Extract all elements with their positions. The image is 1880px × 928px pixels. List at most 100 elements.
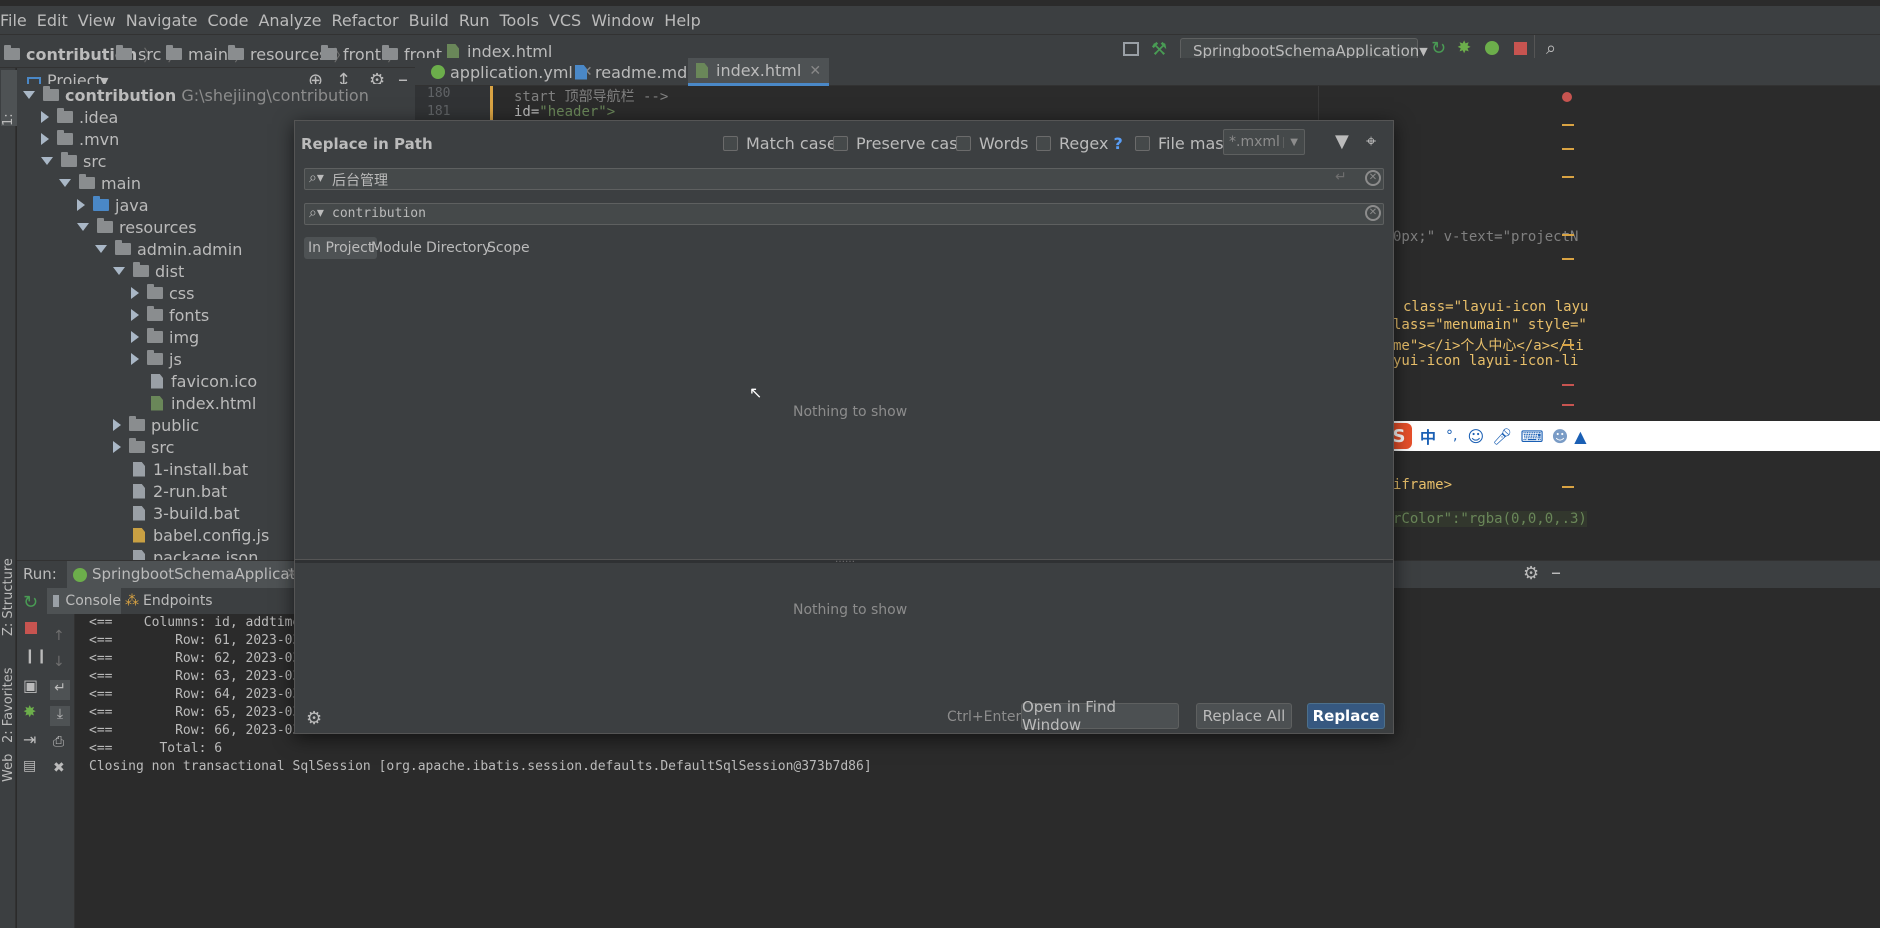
search-everywhere-icon[interactable]: ⌕: [1546, 38, 1556, 59]
clear-icon[interactable]: ✕: [1365, 205, 1381, 221]
tree-item[interactable]: favicon.ico: [151, 370, 257, 392]
tree-item[interactable]: admin.admin: [95, 238, 242, 260]
preserve-case-checkbox[interactable]: Preserve case: [833, 134, 967, 153]
regex-help-link[interactable]: ?: [1113, 134, 1122, 153]
debug-icon[interactable]: ✸: [1457, 38, 1471, 58]
tree-item[interactable]: js: [131, 348, 182, 370]
ime-punctuation-toggle[interactable]: °,: [1446, 428, 1457, 444]
user-icon[interactable]: ☻: [1552, 427, 1569, 446]
scroll-to-end-icon[interactable]: ⤓: [50, 706, 70, 726]
print-icon[interactable]: ⎙: [53, 734, 64, 750]
replace-all-button[interactable]: Replace All: [1196, 703, 1292, 729]
close-icon[interactable]: ✕: [809, 63, 821, 79]
words-checkbox[interactable]: Words: [956, 134, 1028, 153]
menu-analyze[interactable]: Analyze: [258, 11, 321, 30]
menu-refactor[interactable]: Refactor: [332, 11, 399, 30]
trash-icon[interactable]: ✖: [53, 760, 65, 776]
gear-icon[interactable]: ⚙: [306, 708, 322, 729]
search-input[interactable]: ⌕▾ 后台管理 ↵ ✕: [304, 168, 1384, 190]
tree-item[interactable]: main: [59, 172, 141, 194]
structure-tool-tab[interactable]: Z: Structure: [1, 546, 16, 636]
down-arrow-icon[interactable]: ↓: [53, 654, 65, 670]
debug-settings-icon[interactable]: ✸: [23, 702, 36, 721]
microphone-icon[interactable]: 🎤︎: [1492, 427, 1512, 446]
regex-checkbox[interactable]: Regex?: [1036, 134, 1123, 153]
stop-icon[interactable]: [25, 622, 37, 634]
skin-icon[interactable]: ▲: [1574, 427, 1586, 446]
tree-item[interactable]: public: [113, 414, 199, 436]
tab-index-html[interactable]: index.html ✕: [688, 58, 830, 86]
menu-run[interactable]: Run: [459, 11, 490, 30]
gear-icon[interactable]: ⚙: [1523, 563, 1539, 584]
tab-endpoints[interactable]: ⁂ Endpoints: [125, 588, 213, 614]
tree-item[interactable]: resources: [77, 216, 197, 238]
menu-tools[interactable]: Tools: [500, 11, 539, 30]
hide-panel-icon[interactable]: –: [1551, 560, 1561, 584]
endpoints-icon: ⁂: [125, 593, 139, 609]
web-tool-tab[interactable]: Web: [1, 752, 16, 782]
tree-item[interactable]: .idea: [41, 106, 118, 128]
tree-item[interactable]: src: [41, 150, 106, 172]
menu-edit[interactable]: Edit: [37, 11, 68, 30]
rerun-icon[interactable]: ↻: [1431, 38, 1446, 59]
favorites-tool-tab[interactable]: 2: Favorites: [1, 653, 16, 743]
pause-icon[interactable]: ❙❙: [24, 648, 47, 664]
error-stripe[interactable]: [1562, 86, 1576, 560]
tree-item[interactable]: fonts: [131, 304, 209, 326]
keyboard-icon[interactable]: ⌨: [1520, 427, 1543, 446]
tree-item[interactable]: java: [77, 194, 149, 216]
chevron-down-icon[interactable]: ▼: [1283, 136, 1298, 148]
scope-custom[interactable]: Scope: [483, 237, 534, 259]
stop-icon[interactable]: [1514, 42, 1527, 55]
tree-item[interactable]: babel.config.js: [133, 524, 269, 546]
match-case-checkbox[interactable]: Match case: [723, 134, 837, 153]
scope-module[interactable]: Module: [367, 237, 426, 259]
layout-icon[interactable]: ▤: [23, 758, 36, 774]
menu-code[interactable]: Code: [208, 11, 249, 30]
tree-item[interactable]: .mvn: [41, 128, 119, 150]
build-hammer-icon[interactable]: ⚒: [1151, 39, 1167, 60]
filter-icon[interactable]: ▼: [1335, 131, 1349, 152]
open-in-find-window-button[interactable]: Open in Find Window: [1021, 698, 1179, 734]
tree-item[interactable]: package.json: [133, 546, 258, 560]
newline-icon[interactable]: ↵: [1335, 169, 1347, 185]
search-history-icon[interactable]: ⌕▾: [309, 170, 324, 186]
collapsed-arrow-icon: [131, 309, 139, 321]
menu-navigate[interactable]: Navigate: [126, 11, 198, 30]
tree-item[interactable]: css: [131, 282, 194, 304]
tab-console[interactable]: Console: [47, 588, 121, 614]
expanded-arrow-icon: [95, 245, 107, 253]
soft-wrap-icon[interactable]: ↵: [50, 680, 70, 700]
pin-icon[interactable]: ⌖: [1366, 131, 1376, 152]
menu-help[interactable]: Help: [664, 11, 700, 30]
tree-item[interactable]: 1-install.bat: [133, 458, 248, 480]
file-mask-input[interactable]: *.mxml ▼: [1223, 129, 1305, 155]
tree-item[interactable]: dist: [113, 260, 184, 282]
tree-item[interactable]: src: [113, 436, 174, 458]
menu-file[interactable]: File: [0, 11, 27, 30]
menu-window[interactable]: Window: [591, 11, 654, 30]
exit-icon[interactable]: ⇥: [23, 730, 36, 749]
menu-vcs[interactable]: VCS: [549, 11, 581, 30]
replace-button[interactable]: Replace: [1307, 703, 1385, 729]
up-arrow-icon[interactable]: ↑: [53, 628, 65, 644]
splitter-handle[interactable]: ……: [295, 554, 1393, 565]
tree-item-root[interactable]: contribution G:\shejiing\contribution: [23, 84, 369, 106]
replace-history-icon[interactable]: ⌕▾: [309, 205, 324, 221]
emoji-icon[interactable]: ☺: [1467, 427, 1484, 446]
console-line: <== Row: 64, 2023-03: [89, 687, 301, 702]
coverage-icon[interactable]: [1485, 41, 1499, 55]
tree-item[interactable]: index.html: [151, 392, 256, 414]
tree-item[interactable]: img: [131, 326, 199, 348]
tree-item[interactable]: 3-build.bat: [133, 502, 240, 524]
rerun-icon[interactable]: ↻: [23, 592, 38, 613]
markdown-file-icon: [575, 64, 587, 80]
camera-icon[interactable]: ▣: [23, 676, 38, 695]
menu-view[interactable]: View: [78, 11, 116, 30]
ime-language-toggle[interactable]: 中: [1420, 424, 1436, 448]
project-structure-icon[interactable]: [1123, 42, 1139, 56]
replace-input[interactable]: ⌕▾ contribution ✕: [304, 203, 1384, 225]
clear-icon[interactable]: ✕: [1365, 170, 1381, 186]
menu-build[interactable]: Build: [409, 11, 449, 30]
tree-item[interactable]: 2-run.bat: [133, 480, 227, 502]
